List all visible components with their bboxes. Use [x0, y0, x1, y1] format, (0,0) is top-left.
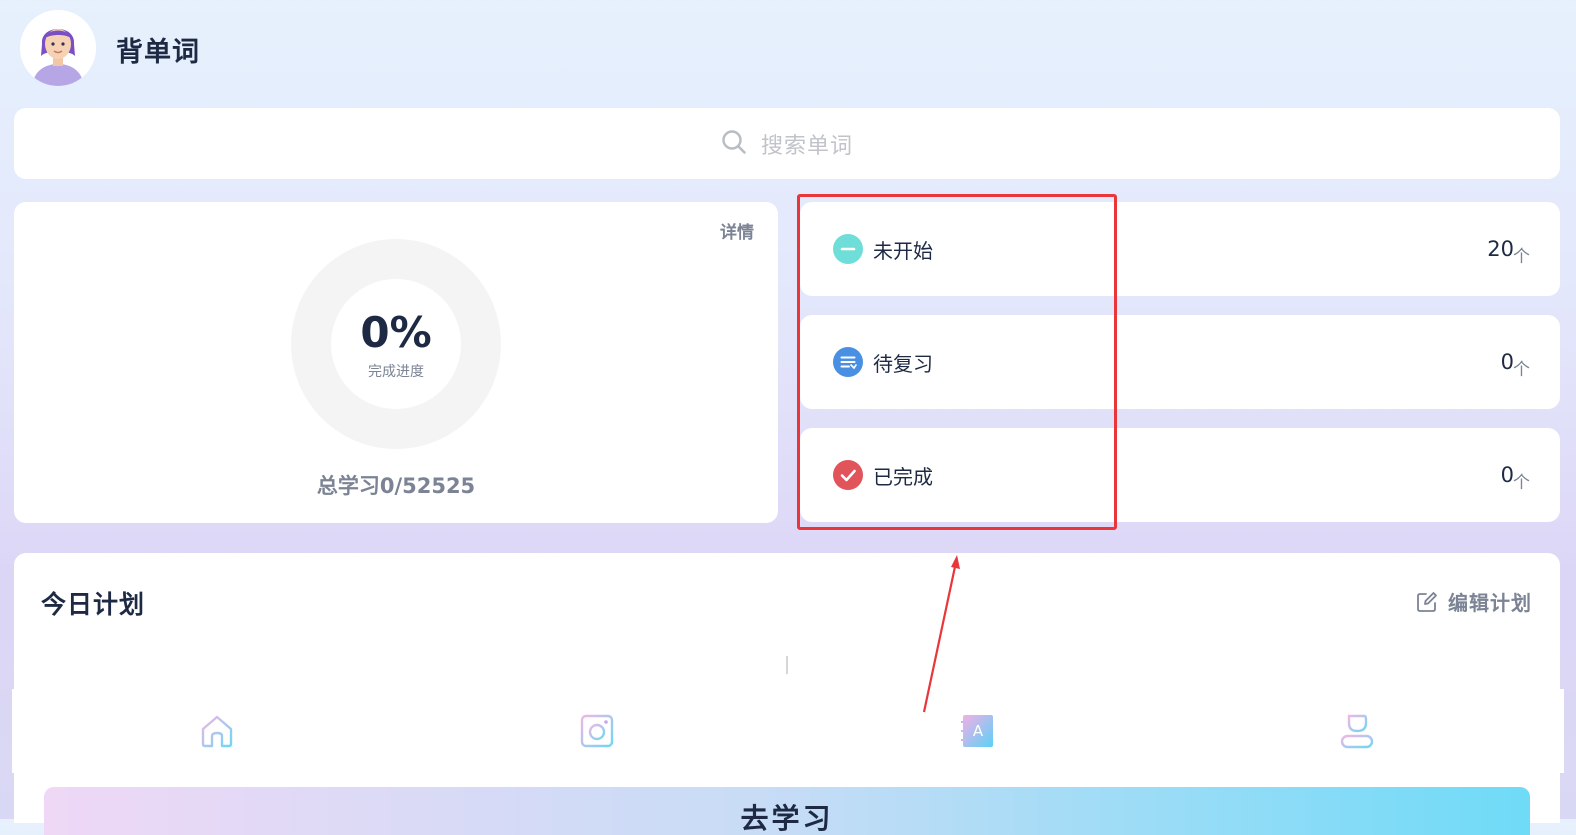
search-placeholder: 搜索单词: [760, 133, 853, 159]
tab-profile[interactable]: [1337, 711, 1377, 751]
status-unit: 个: [1513, 473, 1530, 493]
status-count: 0: [1500, 350, 1514, 374]
plan-title: 今日计划: [41, 590, 146, 619]
edit-plan-button[interactable]: 编辑计划: [1416, 587, 1532, 616]
avatar-illustration: [20, 10, 96, 86]
camera-icon: [580, 714, 614, 748]
divider: [786, 656, 788, 674]
progress-ring: 0% 完成进度: [291, 239, 501, 449]
annotation-arrow: [922, 555, 960, 713]
annotation-highlight-box: [797, 194, 1117, 530]
start-study-label: 去学习: [740, 802, 834, 835]
status-count: 20: [1487, 237, 1514, 261]
page-title: 背单词: [116, 37, 200, 68]
avatar[interactable]: [20, 10, 96, 86]
total-study-count: 总学习0/52525: [316, 474, 476, 498]
tab-home[interactable]: [197, 711, 237, 751]
search-bar[interactable]: 搜索单词: [14, 108, 1560, 179]
edit-plan-label: 编辑计划: [1448, 591, 1532, 615]
status-unit: 个: [1513, 360, 1530, 380]
progress-label: 完成进度: [368, 364, 424, 380]
tab-camera[interactable]: [577, 711, 617, 751]
svg-text:A: A: [973, 722, 984, 740]
progress-ring-center: 0% 完成进度: [331, 279, 461, 409]
progress-card: 详情 0% 完成进度 总学习0/52525: [14, 202, 778, 523]
home-icon: [201, 715, 233, 748]
status-unit: 个: [1513, 247, 1530, 267]
search-icon: [721, 129, 747, 159]
progress-percent: 0%: [360, 308, 432, 357]
plan-card: 今日计划 编辑计划: [14, 553, 1560, 823]
edit-icon: [1417, 591, 1437, 612]
status-count: 0: [1500, 463, 1514, 487]
start-study-button[interactable]: 去学习: [44, 787, 1530, 835]
tab-bar: A: [12, 689, 1564, 773]
profile-icon: [1340, 714, 1374, 749]
details-link[interactable]: 详情: [720, 218, 754, 243]
